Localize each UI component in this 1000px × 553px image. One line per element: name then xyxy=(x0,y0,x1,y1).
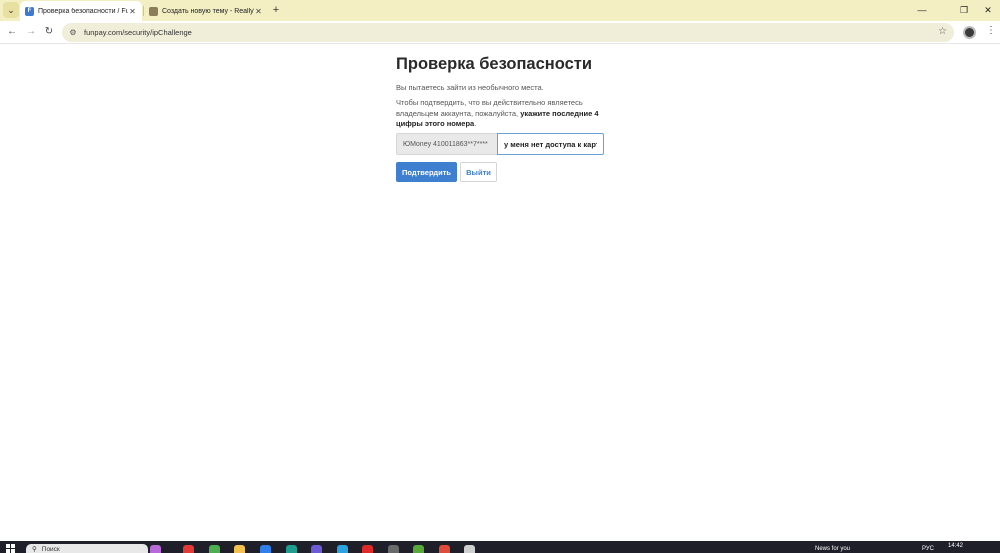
settings-app-icon[interactable] xyxy=(464,545,475,553)
menu-dots-icon[interactable]: ⋮ xyxy=(986,25,996,36)
taskbar: ⚲ Поиск News for you РУС 14:42 xyxy=(0,541,1000,553)
close-window-button[interactable]: ✕ xyxy=(978,2,998,18)
code-input-group: ЮMoney 410011863**7**** xyxy=(396,133,604,155)
code-input[interactable] xyxy=(497,133,604,155)
address-bar[interactable]: ⚙ funpay.com/security/ipChallenge ☆ xyxy=(62,23,954,42)
yandex-browser-app-icon[interactable] xyxy=(362,545,373,553)
browser-window: ⌄ F Проверка безопасности / Fun ✕ Создат… xyxy=(0,0,1000,541)
windows-start-icon[interactable] xyxy=(6,544,15,553)
funpay-favicon-icon: F xyxy=(25,6,34,16)
yandex-app-icon[interactable] xyxy=(183,545,194,553)
page-title: Проверка безопасности xyxy=(396,55,593,73)
taskbar-search[interactable]: ⚲ Поиск xyxy=(26,544,148,553)
back-arrow-icon[interactable]: ← xyxy=(5,25,19,39)
new-tab-button[interactable]: + xyxy=(270,3,282,17)
browser-toolbar: ← → ↻ ⚙ funpay.com/security/ipChallenge … xyxy=(0,21,1000,44)
tab-title: Создать новую тему - ReallyW xyxy=(162,7,254,15)
instruction-text: Чтобы подтвердить, что вы действительно … xyxy=(396,98,604,130)
forward-arrow-icon[interactable]: → xyxy=(24,25,38,39)
bookmark-star-icon[interactable]: ☆ xyxy=(938,26,947,37)
profile-avatar[interactable] xyxy=(963,26,976,39)
search-icon: ⚲ xyxy=(32,546,37,553)
language-indicator[interactable]: РУС xyxy=(922,546,934,552)
edge-app-icon[interactable] xyxy=(286,545,297,553)
clock[interactable]: 14:42 xyxy=(948,543,963,549)
tab-strip: ⌄ F Проверка безопасности / Fun ✕ Создат… xyxy=(0,0,1000,21)
tab-search-chevron-icon[interactable]: ⌄ xyxy=(3,2,19,18)
app-red-icon[interactable] xyxy=(439,545,450,553)
explorer-app-icon[interactable] xyxy=(234,545,245,553)
tab-title: Проверка безопасности / Fun xyxy=(38,7,128,15)
reload-icon[interactable]: ↻ xyxy=(42,25,56,39)
taskbar-search-label: Поиск xyxy=(41,545,60,553)
minecraft-app-icon[interactable] xyxy=(413,545,424,553)
tab-new-topic[interactable]: Создать новую тему - ReallyW ✕ xyxy=(144,1,268,21)
url-text[interactable]: funpay.com/security/ipChallenge xyxy=(84,28,192,37)
reallyworld-favicon-icon xyxy=(149,6,158,16)
widget-app-icon[interactable] xyxy=(150,545,161,553)
discord-app-icon[interactable] xyxy=(311,545,322,553)
chrome-active-app-icon[interactable] xyxy=(388,545,399,553)
minimize-button[interactable]: — xyxy=(912,2,932,18)
tab-security-check[interactable]: F Проверка безопасности / Fun ✕ xyxy=(20,1,142,21)
restore-button[interactable]: ❐ xyxy=(954,2,974,18)
confirm-button[interactable]: Подтвердить xyxy=(396,162,457,182)
action-buttons: Подтвердить Выйти xyxy=(396,162,497,182)
news-widget[interactable]: News for you xyxy=(815,546,850,552)
telegram-app-icon[interactable] xyxy=(337,545,348,553)
account-number-label: ЮMoney 410011863**7**** xyxy=(396,133,497,155)
close-tab-icon[interactable]: ✕ xyxy=(254,7,263,16)
instruction-suffix: . xyxy=(474,119,477,128)
chrome-app-icon[interactable] xyxy=(209,545,220,553)
intro-text: Вы пытаетесь зайти из необычного места. xyxy=(396,83,544,92)
security-check-panel: Проверка безопасности Вы пытаетесь зайти… xyxy=(396,55,636,182)
close-tab-icon[interactable]: ✕ xyxy=(128,7,137,16)
site-info-icon[interactable]: ⚙ xyxy=(68,28,78,38)
vscode-app-icon[interactable] xyxy=(260,545,271,553)
logout-button[interactable]: Выйти xyxy=(460,162,497,182)
